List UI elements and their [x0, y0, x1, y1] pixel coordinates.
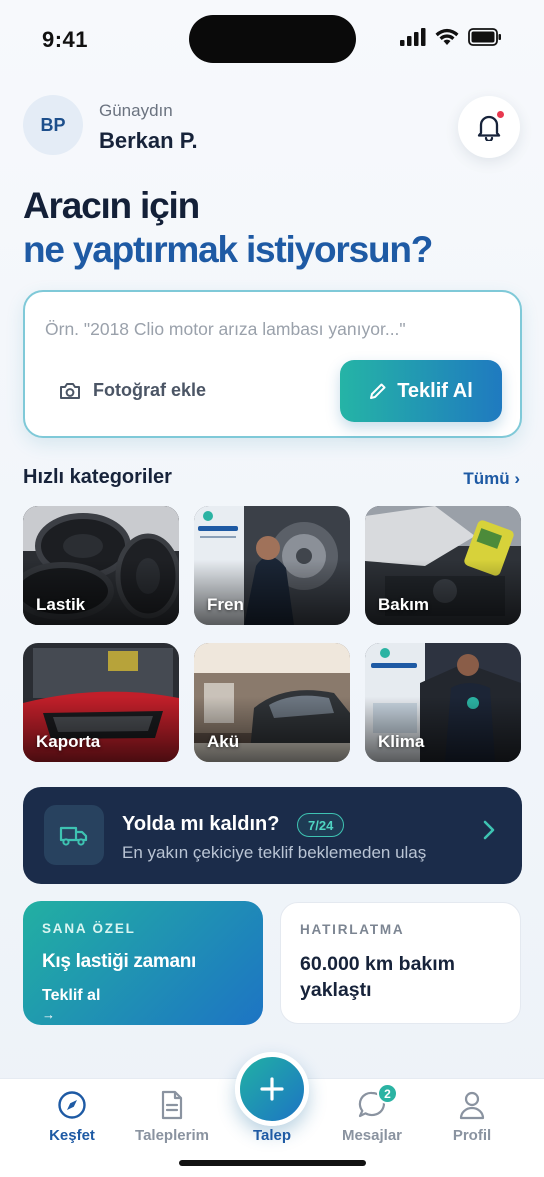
request-input[interactable] — [45, 316, 500, 342]
tow-availability-badge: 7/24 — [297, 813, 345, 837]
category-air-conditioning[interactable]: Klima — [365, 643, 521, 762]
notifications-button[interactable] — [458, 96, 520, 158]
category-bodywork[interactable]: Kaporta — [23, 643, 179, 762]
user-name: Berkan P. — [99, 128, 198, 153]
add-photo-button[interactable]: Fotoğraf ekle — [59, 380, 206, 401]
category-brake[interactable]: Fren — [194, 506, 350, 625]
category-label: Akü — [207, 732, 240, 751]
category-label: Kaporta — [36, 732, 101, 751]
tow-title: Yolda mı kaldın? — [122, 813, 280, 835]
category-label: Fren — [207, 595, 244, 614]
promo-title: Kış lastiği zamanı — [42, 951, 197, 972]
wifi-icon — [435, 28, 459, 45]
get-offer-button[interactable]: Teklif Al — [340, 360, 502, 422]
battery-icon — [468, 28, 501, 46]
add-photo-label: Fotoğraf ekle — [93, 380, 207, 400]
messages-count-badge: 2 — [377, 1083, 398, 1104]
tab-profile[interactable]: Profil — [427, 1088, 517, 1144]
category-label: Klima — [378, 732, 425, 751]
categories-title: Hızlı kategoriler — [23, 466, 172, 488]
tab-new-request[interactable]: Talep — [227, 1088, 317, 1144]
status-icons — [400, 28, 502, 46]
tow-icon-box — [44, 805, 104, 865]
reminder-title: 60.000 km bakım yaklaştı — [300, 953, 456, 1001]
status-time: 9:41 — [42, 27, 89, 52]
truck-icon — [59, 826, 88, 846]
promo-tag: SANA ÖZEL — [42, 921, 136, 936]
notification-dot — [496, 110, 505, 119]
signal-icon — [400, 28, 426, 46]
tab-label: Taleplerim — [135, 1127, 209, 1144]
category-tire[interactable]: Lastik — [23, 506, 179, 625]
compass-icon — [58, 1091, 86, 1119]
document-icon — [161, 1090, 183, 1120]
app-screen: 9:41 BP Günaydın Berkan P. Aracın için n… — [0, 0, 544, 1177]
avatar[interactable]: BP — [23, 95, 83, 155]
see-all-link[interactable]: Tümü › — [463, 469, 520, 489]
tow-banner[interactable]: Yolda mı kaldın? 7/24 En yakın çekiciye … — [23, 787, 522, 884]
user-icon — [459, 1091, 485, 1120]
reminder-tag: HATIRLATMA — [300, 922, 405, 937]
tab-explore[interactable]: Keşfet — [27, 1088, 117, 1144]
pencil-icon — [370, 383, 386, 399]
category-battery[interactable]: Akü — [194, 643, 350, 762]
hero-title-line-1: Aracın için — [23, 185, 200, 226]
tab-label: Profil — [452, 1127, 492, 1144]
promo-cta[interactable]: Teklif al — [42, 987, 100, 1005]
greeting-text: Günaydın — [99, 101, 173, 120]
reminder-card[interactable]: HATIRLATMA 60.000 km bakım yaklaştı — [280, 902, 521, 1024]
request-box: Fotoğraf ekle Teklif Al — [23, 290, 522, 438]
category-label: Lastik — [36, 595, 86, 614]
arrow-right-icon: → — [42, 1007, 55, 1022]
camera-icon — [60, 382, 80, 399]
tab-messages[interactable]: 2 Mesajlar — [327, 1083, 417, 1144]
home-indicator — [179, 1160, 366, 1166]
promo-card[interactable]: SANA ÖZEL Kış lastiği zamanı Teklif al → — [23, 901, 263, 1025]
tab-label: Talep — [252, 1127, 292, 1144]
chevron-right-icon — [483, 820, 495, 840]
tow-subtitle: En yakın çekiciye teklif beklemeden ulaş — [122, 843, 427, 862]
category-label: Bakım — [378, 595, 430, 614]
tab-label: Keşfet — [49, 1127, 95, 1144]
dynamic-island — [189, 15, 356, 63]
tab-my-requests[interactable]: Taleplerim — [127, 1088, 217, 1144]
get-offer-label: Teklif Al — [397, 379, 473, 402]
tab-label: Mesajlar — [341, 1127, 403, 1144]
category-maintenance[interactable]: Bakım — [365, 506, 521, 625]
hero-title-line-2: ne yaptırmak istiyorsun? — [23, 229, 433, 270]
